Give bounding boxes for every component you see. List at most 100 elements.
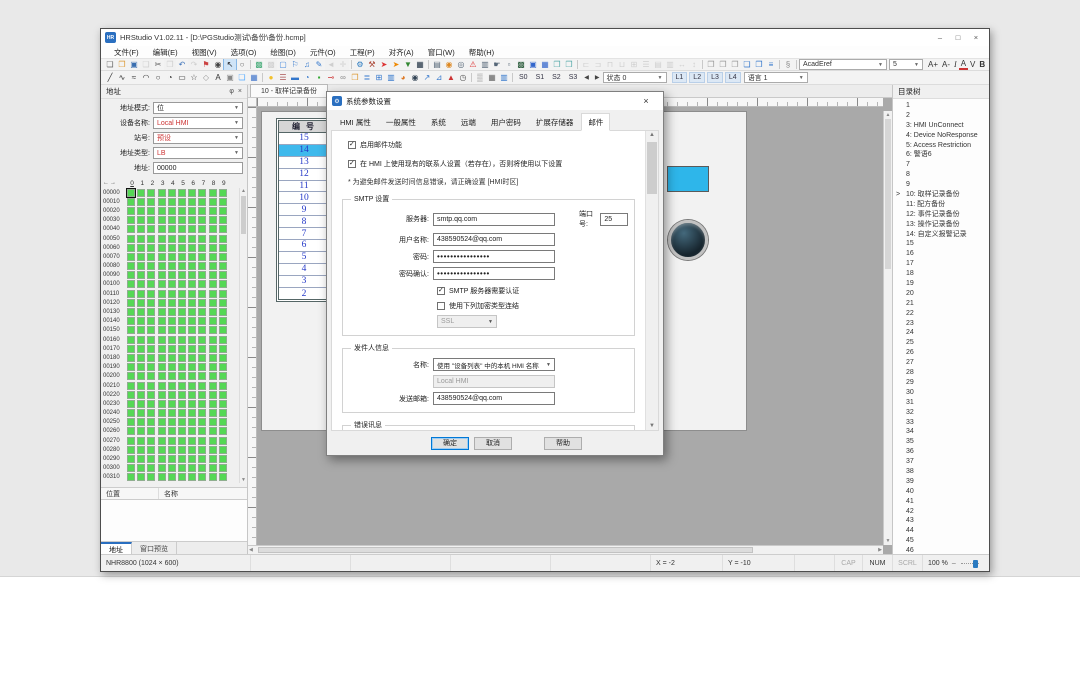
bit-cell[interactable] bbox=[158, 280, 166, 288]
bit-cell[interactable] bbox=[158, 271, 166, 279]
bit-cell[interactable] bbox=[158, 455, 166, 463]
scrollbar-thumb[interactable] bbox=[885, 119, 891, 269]
arc-icon[interactable]: ◠ bbox=[140, 72, 152, 83]
style-brush-icon[interactable]: § bbox=[782, 59, 794, 70]
username-input[interactable]: 438590524@qq.com bbox=[433, 233, 555, 246]
format-button-a-[interactable]: A- bbox=[940, 59, 952, 70]
bit-cell[interactable] bbox=[137, 280, 145, 288]
bit-cell[interactable] bbox=[168, 253, 176, 261]
tree-item[interactable]: 4: Device NoResponse bbox=[893, 131, 989, 141]
bit-cell[interactable] bbox=[178, 464, 186, 472]
bit-cell[interactable] bbox=[188, 308, 196, 316]
bit-cell[interactable] bbox=[168, 446, 176, 454]
bit-cell[interactable] bbox=[219, 446, 227, 454]
number-table-row[interactable]: 7 bbox=[279, 228, 329, 240]
tree-item[interactable]: 11: 配方备份 bbox=[893, 200, 989, 210]
bit-cell[interactable] bbox=[137, 372, 145, 380]
bit-cell[interactable] bbox=[168, 290, 176, 298]
bit-cell[interactable] bbox=[147, 317, 155, 325]
bit-cell[interactable] bbox=[219, 391, 227, 399]
bit-cell[interactable] bbox=[198, 363, 206, 371]
bit-cell[interactable] bbox=[188, 354, 196, 362]
disc-icon[interactable]: ◉ bbox=[443, 59, 455, 70]
bit-cell[interactable] bbox=[188, 299, 196, 307]
bit-cell[interactable] bbox=[127, 244, 135, 252]
dialog-tab-inactive[interactable]: HMI 属性 bbox=[333, 113, 378, 131]
bit-cell[interactable] bbox=[209, 382, 217, 390]
bit-cell[interactable] bbox=[137, 391, 145, 399]
trend-icon[interactable]: ↗ bbox=[421, 72, 433, 83]
table-blue-icon[interactable]: ▦ bbox=[539, 59, 551, 70]
dialog-tab-inactive[interactable]: 一般属性 bbox=[379, 113, 423, 131]
chart-icon[interactable]: ▥ bbox=[385, 72, 397, 83]
bit-cell[interactable] bbox=[209, 317, 217, 325]
format-button-v[interactable]: V bbox=[968, 59, 977, 70]
tree-item[interactable]: 19 bbox=[893, 279, 989, 289]
tree-item[interactable]: 16 bbox=[893, 249, 989, 259]
bit-cell[interactable] bbox=[209, 253, 217, 261]
bit-cell[interactable] bbox=[209, 244, 217, 252]
zoom-slider-thumb[interactable] bbox=[973, 560, 978, 568]
tree-item[interactable]: 21 bbox=[893, 299, 989, 309]
bit-cell[interactable] bbox=[188, 189, 196, 197]
dialog-tab-inactive[interactable]: 系统 bbox=[424, 113, 453, 131]
close-icon[interactable]: × bbox=[238, 88, 242, 95]
bit-cell[interactable] bbox=[147, 262, 155, 270]
bit-cell[interactable] bbox=[209, 235, 217, 243]
image-icon[interactable]: ▣ bbox=[224, 72, 236, 83]
bit-cell[interactable] bbox=[219, 253, 227, 261]
bit-cell[interactable] bbox=[168, 225, 176, 233]
bit-cell[interactable] bbox=[158, 290, 166, 298]
left-tab-active[interactable]: 地址 bbox=[101, 542, 132, 554]
switch-icon[interactable]: ⊸ bbox=[325, 72, 337, 83]
bit-cell[interactable] bbox=[127, 427, 135, 435]
bit-cell[interactable] bbox=[137, 354, 145, 362]
bit-cell[interactable] bbox=[178, 235, 186, 243]
bit-cell[interactable] bbox=[219, 317, 227, 325]
bit-cell[interactable] bbox=[209, 437, 217, 445]
bit-cell[interactable] bbox=[168, 189, 176, 197]
language-combo[interactable]: 语言 1▼ bbox=[744, 72, 808, 83]
bit-cell[interactable] bbox=[188, 372, 196, 380]
bit-cell[interactable] bbox=[158, 308, 166, 316]
menu-item-8[interactable]: 窗口(W) bbox=[421, 47, 462, 58]
bit-cell[interactable] bbox=[137, 464, 145, 472]
maximize-button[interactable]: □ bbox=[949, 31, 967, 44]
bit-cell[interactable] bbox=[198, 354, 206, 362]
bit-cell[interactable] bbox=[127, 418, 135, 426]
bit-cell[interactable] bbox=[188, 382, 196, 390]
bit-cell[interactable] bbox=[137, 409, 145, 417]
bit-cell[interactable] bbox=[219, 427, 227, 435]
bit-cell[interactable] bbox=[158, 400, 166, 408]
tree-item[interactable]: 39 bbox=[893, 477, 989, 487]
bit-cell[interactable] bbox=[209, 326, 217, 334]
bit-cell[interactable] bbox=[127, 216, 135, 224]
numeric-input-icon[interactable]: ⊞ bbox=[373, 72, 385, 83]
bit-cell[interactable] bbox=[188, 326, 196, 334]
doc-tab-active[interactable]: 10 - 取样记录备份 bbox=[250, 84, 328, 97]
bit-cell[interactable] bbox=[127, 409, 135, 417]
use-contacts-checkbox[interactable] bbox=[348, 160, 356, 168]
download-icon[interactable]: ▼ bbox=[402, 59, 414, 70]
bit-cell[interactable] bbox=[209, 427, 217, 435]
bit-cell[interactable] bbox=[198, 290, 206, 298]
close-button[interactable]: × bbox=[967, 31, 985, 44]
bit-cell[interactable] bbox=[198, 382, 206, 390]
bit-cell[interactable] bbox=[158, 336, 166, 344]
tree-item[interactable]: 5: Access Restriction bbox=[893, 141, 989, 151]
tree-item[interactable]: 23 bbox=[893, 319, 989, 329]
bit-cell[interactable] bbox=[188, 363, 196, 371]
bit-cell[interactable] bbox=[137, 326, 145, 334]
bit-cell[interactable] bbox=[209, 262, 217, 270]
bit-cell[interactable] bbox=[188, 280, 196, 288]
bit-cell[interactable] bbox=[209, 409, 217, 417]
number-table-row[interactable]: 3 bbox=[279, 276, 329, 288]
scroll-left-icon[interactable]: ◀ bbox=[249, 547, 253, 553]
bit-cell[interactable] bbox=[137, 225, 145, 233]
bit-cell[interactable] bbox=[147, 207, 155, 215]
bit-cell[interactable] bbox=[168, 409, 176, 417]
bar-graph-icon[interactable]: ▬ bbox=[289, 72, 301, 83]
bit-cell[interactable] bbox=[137, 317, 145, 325]
scroll-up-icon[interactable]: ▲ bbox=[884, 112, 892, 118]
bit-cell[interactable] bbox=[198, 418, 206, 426]
